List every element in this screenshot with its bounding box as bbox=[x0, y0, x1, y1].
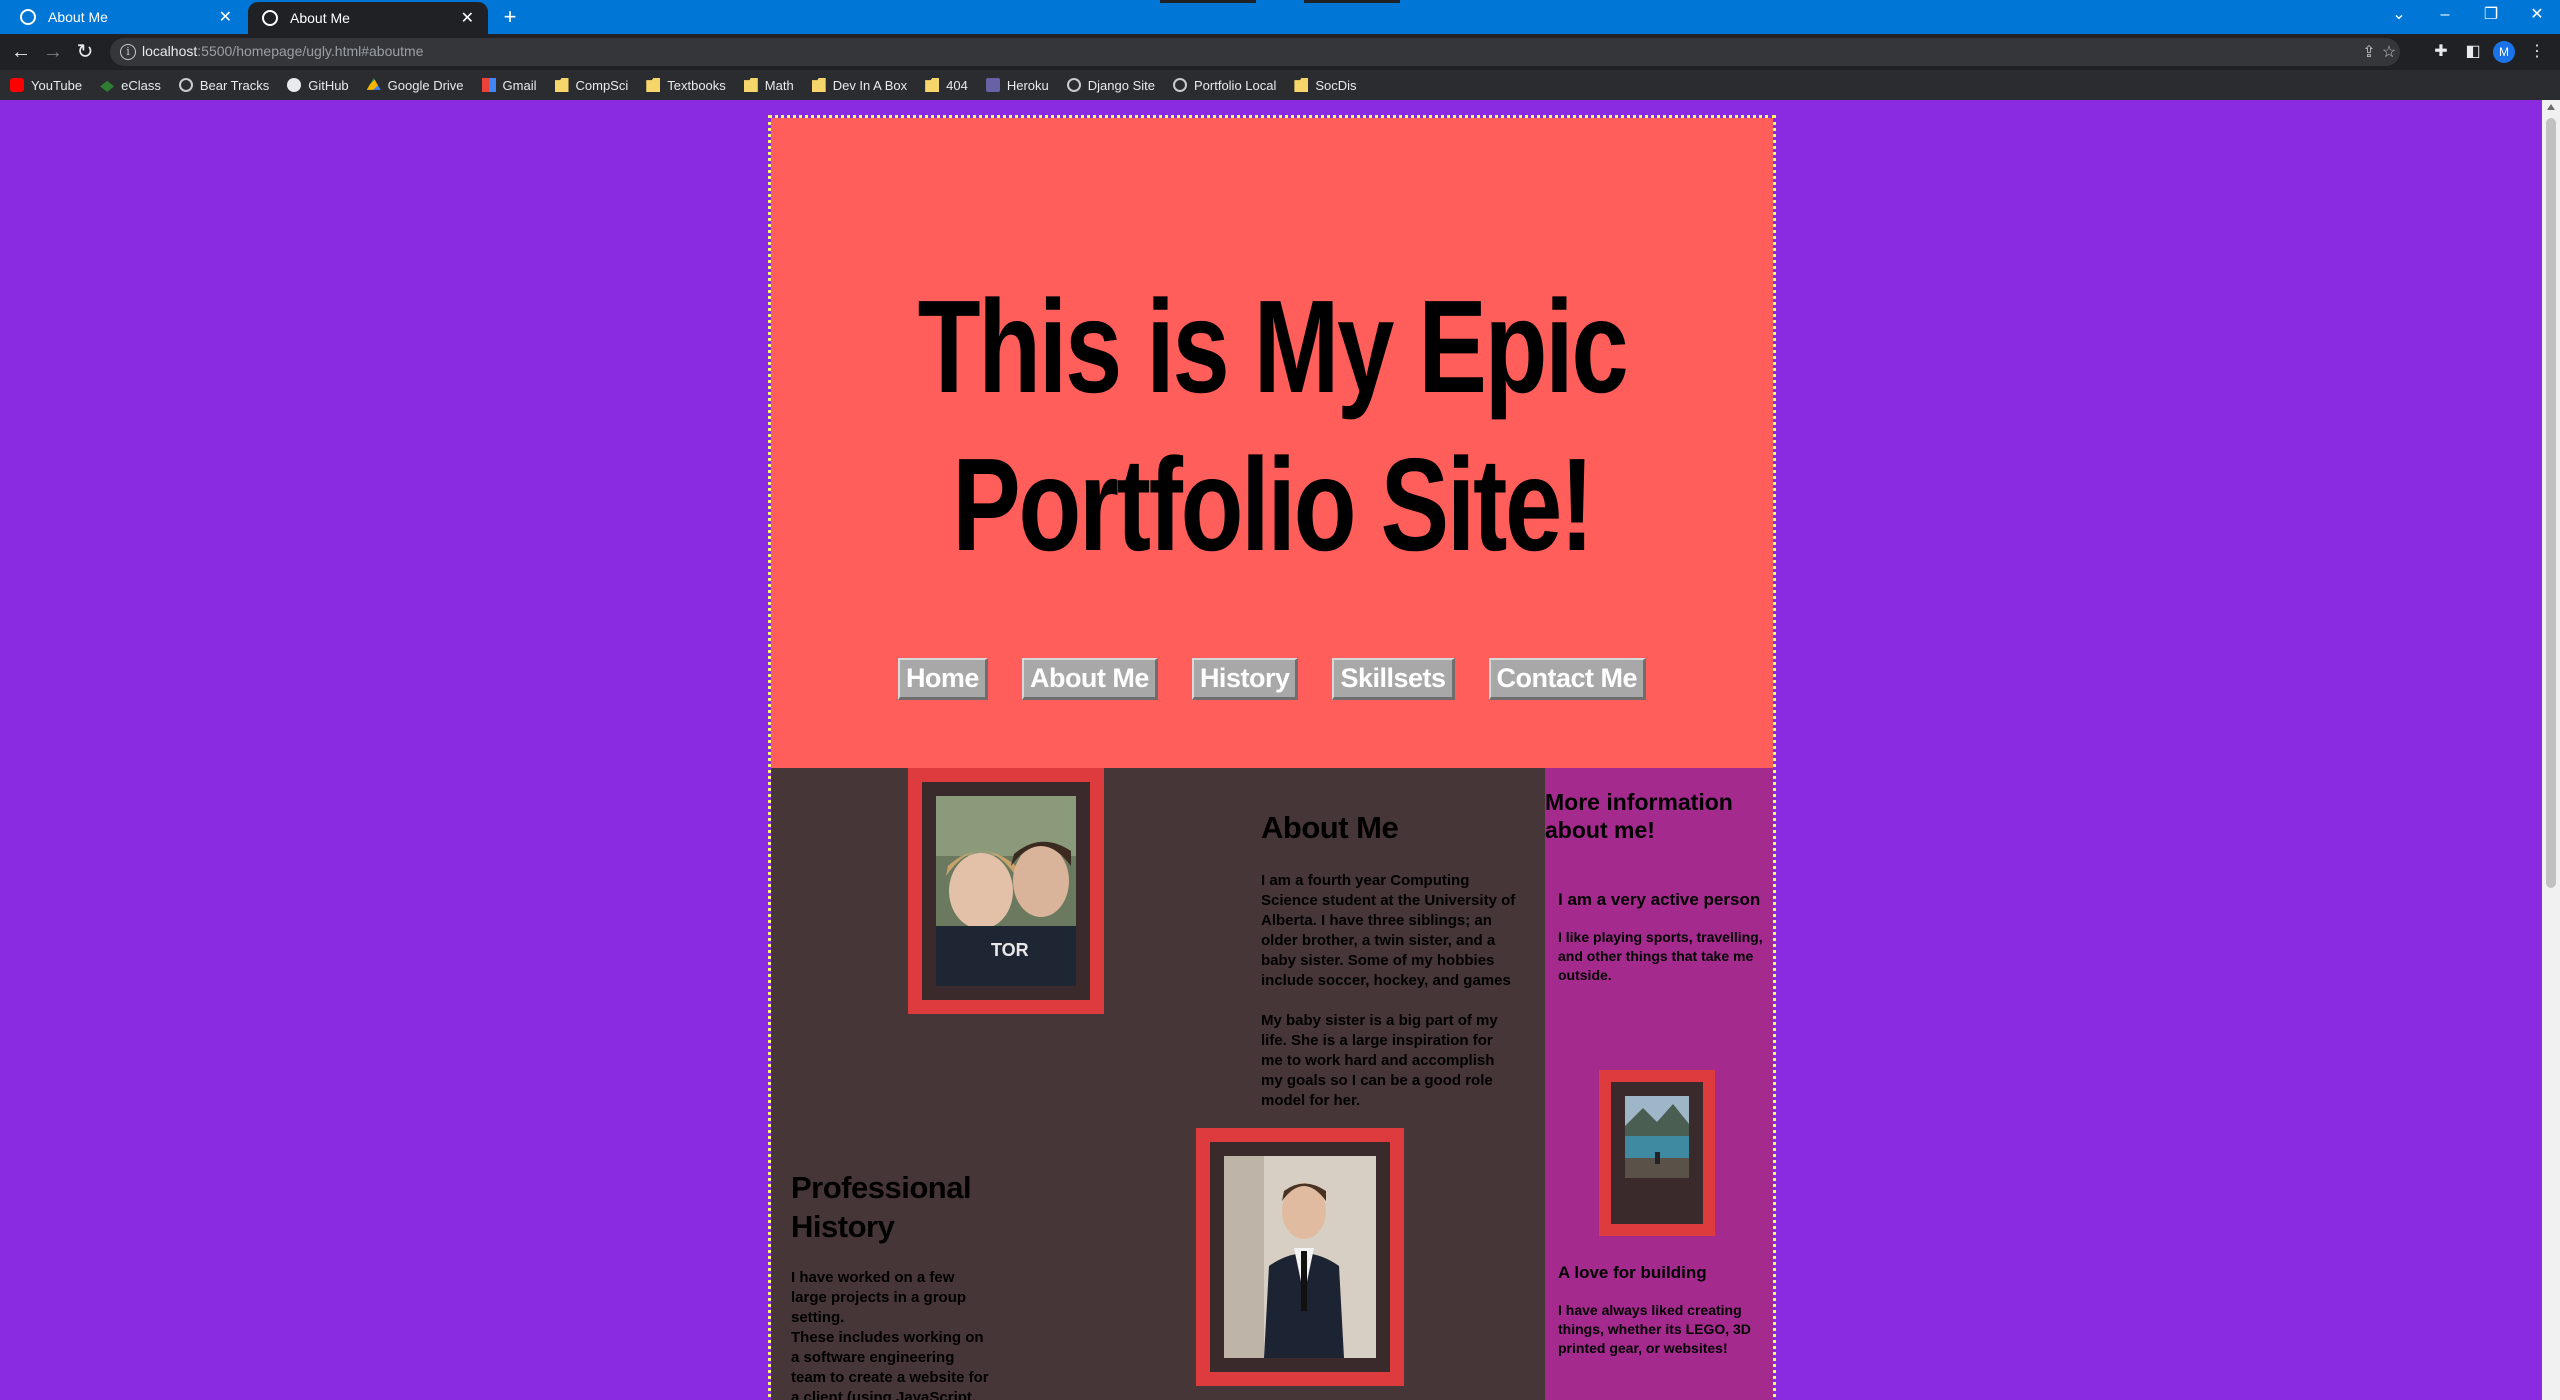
selfie-with-sister-photo: TOR bbox=[936, 796, 1076, 986]
forward-icon[interactable]: → bbox=[40, 39, 66, 65]
eclass-icon bbox=[100, 80, 115, 92]
address-bar[interactable]: i localhost:5500/homepage/ugly.html#abou… bbox=[110, 38, 2400, 66]
site-title: This is My Epic Portfolio Site! bbox=[917, 273, 1629, 578]
bookmark-socdis[interactable]: SocDis bbox=[1294, 78, 1357, 93]
scroll-thumb[interactable] bbox=[2546, 118, 2556, 888]
svg-text:TOR: TOR bbox=[991, 940, 1029, 960]
nav-skillsets[interactable]: Skillsets bbox=[1332, 658, 1455, 700]
tab-about-me-1[interactable]: About Me ✕ bbox=[6, 0, 246, 34]
new-tab-button[interactable]: + bbox=[497, 4, 523, 30]
bookmark-eclass[interactable]: eClass bbox=[100, 78, 161, 93]
bookmark-textbooks[interactable]: Textbooks bbox=[646, 78, 726, 93]
back-icon[interactable]: ← bbox=[8, 39, 34, 65]
professional-paragraph-2: These includes working on a software eng… bbox=[791, 1329, 989, 1400]
side-panel-icon[interactable]: ◧ bbox=[2460, 39, 2486, 65]
folder-icon bbox=[1294, 78, 1309, 92]
folder-icon bbox=[646, 78, 661, 92]
hero-header: This is My Epic Portfolio Site! Home Abo… bbox=[771, 118, 1773, 768]
photo-frame bbox=[1196, 1128, 1404, 1386]
window-close-icon[interactable]: ✕ bbox=[2514, 0, 2560, 30]
bookmark-compsci[interactable]: CompSci bbox=[554, 78, 628, 93]
more-info-heading: More information about me! bbox=[1545, 789, 1733, 843]
nav-about-me[interactable]: About Me bbox=[1021, 658, 1158, 700]
minimize-icon[interactable]: – bbox=[2422, 0, 2468, 30]
lake-mountain-photo bbox=[1625, 1096, 1689, 1178]
google-drive-icon bbox=[366, 78, 381, 90]
youtube-icon bbox=[10, 78, 24, 92]
tab-label: About Me bbox=[48, 9, 108, 25]
bookmark-github[interactable]: GitHub bbox=[287, 78, 349, 93]
bookmark-404[interactable]: 404 bbox=[925, 78, 968, 93]
globe-icon bbox=[178, 78, 193, 92]
address-url: localhost:5500/homepage/ugly.html#aboutm… bbox=[142, 43, 424, 59]
bookmark-gmail[interactable]: Gmail bbox=[481, 78, 537, 93]
github-icon bbox=[287, 78, 302, 92]
photo-frame bbox=[1599, 1070, 1715, 1236]
reload-icon[interactable]: ↻ bbox=[72, 39, 98, 65]
bookmark-youtube[interactable]: YouTube bbox=[10, 78, 82, 93]
bookmark-heroku[interactable]: Heroku bbox=[985, 78, 1049, 93]
share-icon[interactable]: ⇪ bbox=[2358, 42, 2380, 64]
profile-avatar[interactable]: M bbox=[2493, 41, 2515, 63]
folder-icon bbox=[811, 78, 826, 92]
tab-label: About Me bbox=[290, 10, 350, 26]
folder-icon bbox=[743, 78, 758, 92]
title-bar: About Me ✕ About Me ✕ + ⌄ – ❐ ✕ bbox=[0, 0, 2560, 34]
more-info-sidebar: More information about me! I am a very a… bbox=[1545, 768, 1773, 1400]
bookmark-dev-in-a-box[interactable]: Dev In A Box bbox=[811, 78, 907, 93]
professional-paragraph-1: I have worked on a few large projects in… bbox=[791, 1269, 967, 1326]
active-person-subheading: I am a very active person bbox=[1558, 890, 1761, 909]
active-person-paragraph: I like playing sports, travelling, and o… bbox=[1558, 929, 1763, 983]
bookmark-bear-tracks[interactable]: Bear Tracks bbox=[178, 78, 269, 93]
folder-icon bbox=[554, 78, 569, 92]
site-info-icon[interactable]: i bbox=[120, 44, 136, 60]
bookmark-google-drive[interactable]: Google Drive bbox=[366, 78, 464, 93]
bookmark-math[interactable]: Math bbox=[743, 78, 794, 93]
scroll-up-arrow-icon[interactable] bbox=[2547, 104, 2555, 110]
bookmark-portfolio-local[interactable]: Portfolio Local bbox=[1172, 78, 1276, 93]
heroku-icon bbox=[985, 78, 1000, 92]
bookmarks-bar: YouTube eClass Bear Tracks GitHub Google… bbox=[0, 70, 2560, 100]
globe-icon bbox=[1066, 78, 1081, 92]
about-paragraph-2: My baby sister is a big part of my life.… bbox=[1261, 1012, 1498, 1109]
about-heading: About Me bbox=[1261, 810, 1399, 845]
close-icon[interactable]: ✕ bbox=[219, 7, 232, 27]
nav-history[interactable]: History bbox=[1191, 658, 1299, 700]
browser-toolbar: ← → ↻ i localhost:5500/homepage/ugly.htm… bbox=[0, 34, 2560, 70]
photo-frame: TOR bbox=[908, 768, 1104, 1014]
drag-handle-mark bbox=[1304, 0, 1400, 3]
nav-contact-me[interactable]: Contact Me bbox=[1488, 658, 1647, 700]
restore-icon[interactable]: ❐ bbox=[2468, 0, 2514, 30]
tab-search-icon[interactable]: ⌄ bbox=[2376, 0, 2422, 30]
globe-icon bbox=[1172, 78, 1187, 92]
drag-handle-mark bbox=[1160, 0, 1256, 3]
close-icon[interactable]: ✕ bbox=[461, 8, 474, 28]
professional-history-heading: Professional History bbox=[791, 1170, 972, 1244]
tab-about-me-2[interactable]: About Me ✕ bbox=[248, 2, 488, 34]
nav-home[interactable]: Home bbox=[897, 658, 988, 700]
extensions-icon[interactable]: ✚ bbox=[2428, 39, 2454, 65]
bookmark-star-icon[interactable]: ☆ bbox=[2378, 42, 2400, 64]
about-paragraph-1: I am a fourth year Computing Science stu… bbox=[1261, 872, 1516, 989]
page-viewport: This is My Epic Portfolio Site! Home Abo… bbox=[0, 100, 2542, 1400]
suit-portrait-photo bbox=[1224, 1156, 1376, 1358]
folder-icon bbox=[925, 78, 940, 92]
portfolio-site: This is My Epic Portfolio Site! Home Abo… bbox=[768, 115, 1776, 1400]
globe-icon bbox=[20, 9, 36, 25]
site-nav: Home About Me History Skillsets Contact … bbox=[771, 658, 1773, 700]
menu-icon[interactable]: ⋮ bbox=[2524, 39, 2550, 65]
building-subheading: A love for building bbox=[1558, 1263, 1707, 1282]
bookmark-django-site[interactable]: Django Site bbox=[1066, 78, 1155, 93]
page-scrollbar[interactable] bbox=[2542, 100, 2560, 1400]
building-paragraph: I have always liked creating things, whe… bbox=[1558, 1302, 1751, 1356]
main-content: TOR About Me I am a fourth year Computin… bbox=[771, 768, 1545, 1400]
globe-icon bbox=[262, 10, 278, 26]
gmail-icon bbox=[481, 78, 496, 92]
